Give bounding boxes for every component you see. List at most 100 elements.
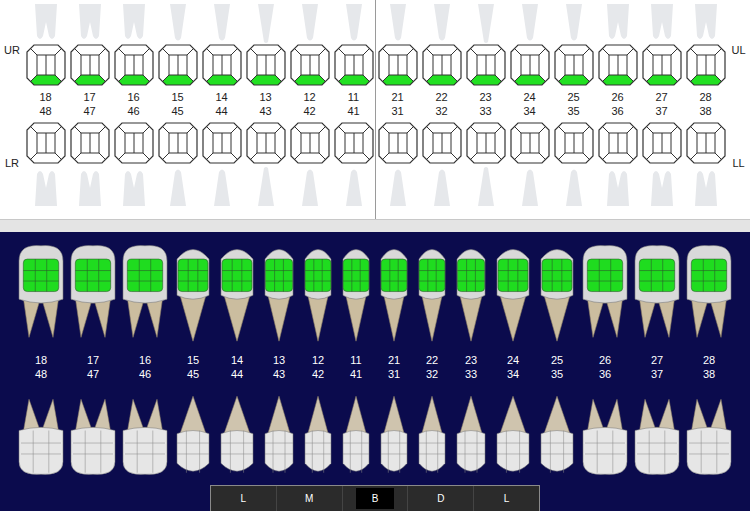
upper-tooth-3d-icon[interactable] [413,240,451,345]
surface-button[interactable]: B [343,486,409,511]
tooth-surface-icon[interactable] [554,44,594,86]
tooth-surface-icon[interactable] [378,44,418,86]
lower-tooth-3d-icon[interactable] [683,393,735,479]
chart-tooth[interactable]: 48 [24,104,67,210]
tooth-surface-icon[interactable] [642,44,682,86]
chart-tooth[interactable]: 47 [68,104,111,210]
upper-tooth-3d-icon[interactable] [171,240,215,345]
tooth-surface-icon[interactable] [466,122,506,164]
tooth-surface-icon[interactable] [290,122,330,164]
chart-tooth[interactable]: 12 [288,0,331,104]
tooth-surface-icon[interactable] [26,122,66,164]
lower-tooth-3d-icon[interactable] [215,393,259,479]
upper-tooth-3d-icon[interactable] [259,240,299,345]
tooth-surface-icon[interactable] [510,44,550,86]
upper-tooth-3d-icon[interactable] [299,240,337,345]
tooth-surface-icon[interactable] [334,44,374,86]
lower-tooth-3d-icon[interactable] [413,393,451,479]
chart-tooth[interactable]: 37 [640,104,683,210]
chart-tooth[interactable]: 16 [112,0,155,104]
upper-tooth-3d-icon[interactable] [119,240,171,345]
tooth-surface-icon[interactable] [686,44,726,86]
tooth-surface-icon[interactable] [246,44,286,86]
tooth-surface-icon[interactable] [114,122,154,164]
upper-tooth-3d-icon[interactable] [67,240,119,345]
lower-tooth-3d-icon[interactable] [259,393,299,479]
tooth-surface-icon[interactable] [642,122,682,164]
tooth-surface-icon[interactable] [422,44,462,86]
tooth-surface-icon[interactable] [202,44,242,86]
tooth-surface-icon[interactable] [510,122,550,164]
chart-tooth[interactable]: 15 [156,0,199,104]
upper-tooth-3d-icon[interactable] [579,240,631,345]
surface-button[interactable]: L [211,486,277,511]
chart-tooth[interactable]: 17 [68,0,111,104]
upper-tooth-3d-icon[interactable] [15,240,67,345]
tooth-surface-icon[interactable] [246,122,286,164]
upper-tooth-3d-icon[interactable] [375,240,413,345]
tooth-surface-icon[interactable] [334,122,374,164]
lower-tooth-3d-icon[interactable] [535,393,579,479]
upper-tooth-3d-icon[interactable] [337,240,375,345]
tooth-surface-icon[interactable] [378,122,418,164]
tooth-surface-icon[interactable] [686,122,726,164]
tooth-surface-icon[interactable] [422,122,462,164]
lower-tooth-3d-icon[interactable] [67,393,119,479]
surface-button[interactable]: L [474,486,539,511]
tooth-surface-icon[interactable] [466,44,506,86]
tooth-surface-icon[interactable] [158,122,198,164]
chart-tooth[interactable]: 18 [24,0,67,104]
chart-tooth[interactable]: 27 [640,0,683,104]
chart-tooth[interactable]: 43 [244,104,287,210]
chart-tooth[interactable]: 42 [288,104,331,210]
chart-tooth[interactable]: 26 [596,0,639,104]
tooth-surface-icon[interactable] [26,44,66,86]
chart-tooth[interactable]: 41 [332,104,375,210]
tooth-surface-icon[interactable] [202,122,242,164]
chart-tooth[interactable]: 38 [684,104,727,210]
lower-tooth-3d-icon[interactable] [579,393,631,479]
upper-tooth-3d-icon[interactable] [535,240,579,345]
chart-tooth[interactable]: 32 [420,104,463,210]
chart-tooth[interactable]: 11 [332,0,375,104]
surface-button[interactable]: D [408,486,474,511]
tooth-surface-icon[interactable] [114,44,154,86]
lower-tooth-3d-icon[interactable] [451,393,491,479]
chart-tooth[interactable]: 31 [376,104,419,210]
lower-tooth-3d-icon[interactable] [631,393,683,479]
lower-tooth-3d-icon[interactable] [491,393,535,479]
lower-tooth-3d-icon[interactable] [15,393,67,479]
lower-tooth-3d-icon[interactable] [171,393,215,479]
upper-tooth-3d-icon[interactable] [491,240,535,345]
tooth-surface-icon[interactable] [598,122,638,164]
tooth-surface-icon[interactable] [70,122,110,164]
upper-tooth-3d-icon[interactable] [631,240,683,345]
chart-tooth[interactable]: 36 [596,104,639,210]
upper-tooth-3d-icon[interactable] [215,240,259,345]
chart-tooth[interactable]: 46 [112,104,155,210]
chart-tooth[interactable]: 24 [508,0,551,104]
chart-tooth[interactable]: 45 [156,104,199,210]
tooth-surface-icon[interactable] [554,122,594,164]
chart-tooth[interactable]: 21 [376,0,419,104]
chart-tooth[interactable]: 35 [552,104,595,210]
tooth-surface-icon[interactable] [290,44,330,86]
chart-tooth[interactable]: 13 [244,0,287,104]
lower-tooth-3d-icon[interactable] [337,393,375,479]
chart-tooth[interactable]: 22 [420,0,463,104]
chart-tooth[interactable]: 25 [552,0,595,104]
chart-tooth[interactable]: 23 [464,0,507,104]
surface-button[interactable]: M [277,486,343,511]
lower-tooth-3d-icon[interactable] [375,393,413,479]
chart-tooth[interactable]: 14 [200,0,243,104]
tooth-surface-icon[interactable] [598,44,638,86]
tooth-surface-icon[interactable] [70,44,110,86]
lower-tooth-3d-icon[interactable] [119,393,171,479]
chart-tooth[interactable]: 44 [200,104,243,210]
upper-tooth-3d-icon[interactable] [451,240,491,345]
chart-tooth[interactable]: 28 [684,0,727,104]
chart-tooth[interactable]: 34 [508,104,551,210]
tooth-surface-icon[interactable] [158,44,198,86]
upper-tooth-3d-icon[interactable] [683,240,735,345]
lower-tooth-3d-icon[interactable] [299,393,337,479]
